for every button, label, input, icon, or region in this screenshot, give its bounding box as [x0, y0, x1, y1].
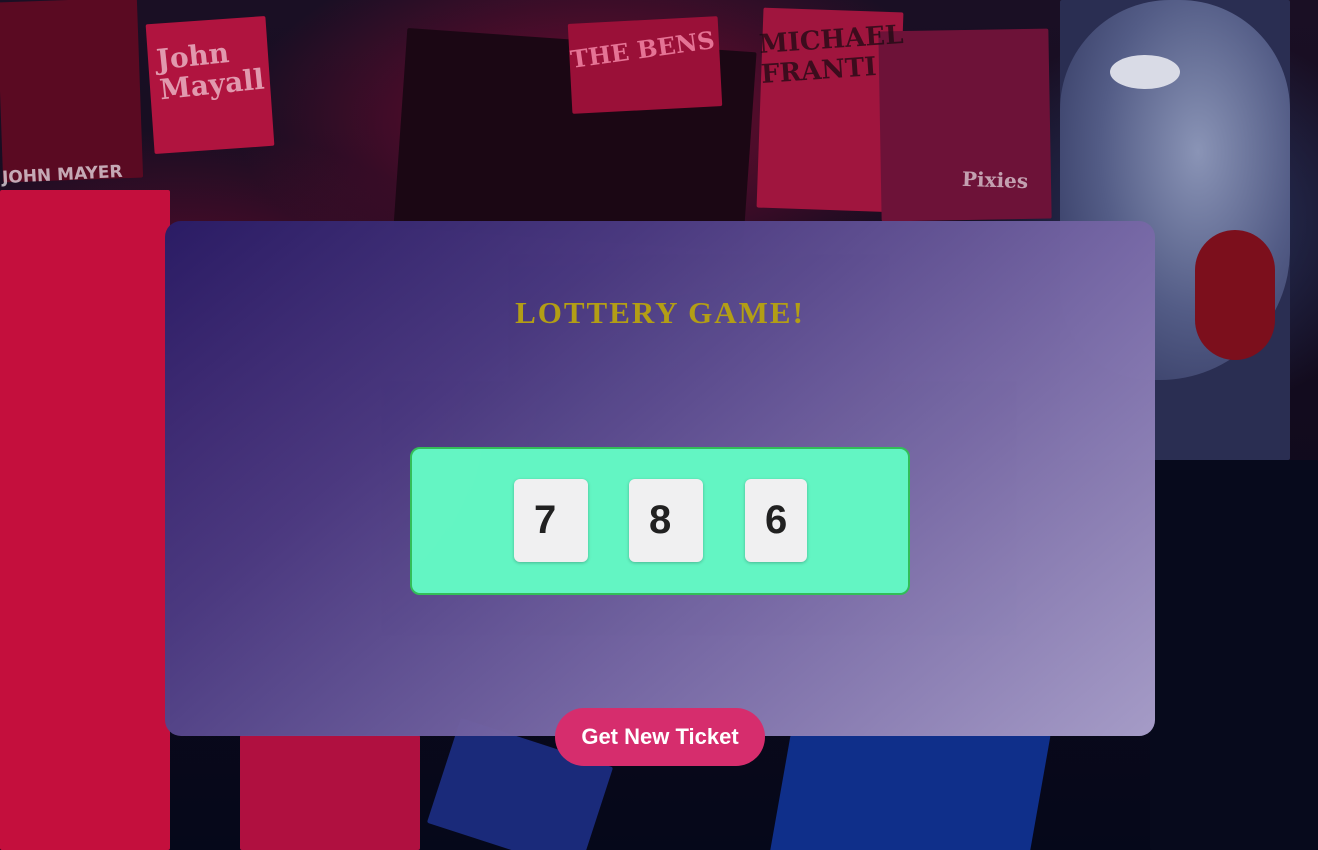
- poster-text-pixies: Pixies: [961, 166, 1029, 194]
- lottery-card: LOTTERY GAME! 7 8 6: [165, 221, 1155, 736]
- ticket-digit: 8: [629, 479, 703, 562]
- face-eye: [1110, 55, 1180, 89]
- ticket-digit: 7: [514, 479, 588, 562]
- game-title: LOTTERY GAME!: [515, 295, 805, 330]
- lottery-ticket: 7 8 6: [410, 447, 910, 595]
- face-mouth: [1195, 230, 1275, 360]
- ticket-digit: 6: [745, 479, 807, 562]
- poster: [0, 190, 170, 850]
- shadow-area: [1150, 460, 1318, 850]
- arcade-screen: [769, 735, 1051, 850]
- poster: [240, 735, 420, 850]
- poster: [0, 0, 144, 183]
- poster-text-john-mayall: John Mayall: [154, 36, 266, 107]
- get-new-ticket-button[interactable]: Get New Ticket: [555, 708, 765, 766]
- poster-text-michael-franti: MICHAEL FRANTI: [758, 20, 905, 90]
